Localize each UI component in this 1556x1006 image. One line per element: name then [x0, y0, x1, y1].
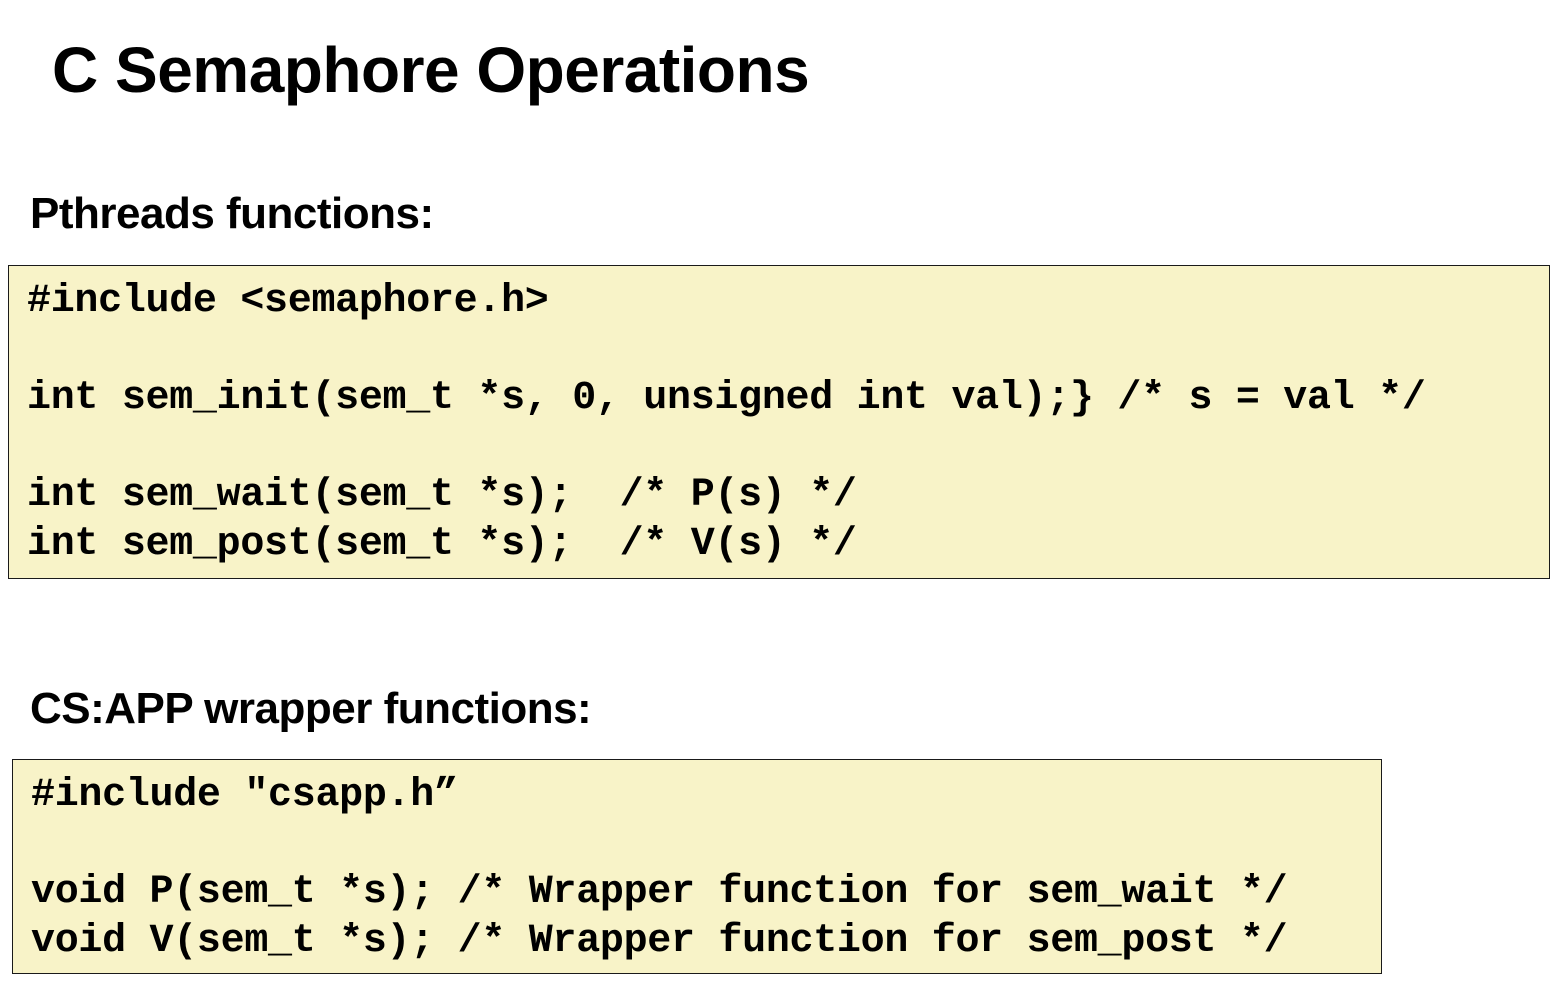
code-line-v-wrapper: void V(sem_t *s); /* Wrapper function fo… [31, 918, 1288, 964]
csapp-heading: CS:APP wrapper functions: [30, 684, 592, 733]
code-line-sem-init: int sem_init(sem_t *s, 0, unsigned int v… [27, 376, 1426, 421]
pthreads-heading: Pthreads functions: [30, 189, 434, 238]
pthreads-code-block: #include <semaphore.h> int sem_init(sem_… [8, 265, 1550, 579]
page-title: C Semaphore Operations [52, 34, 810, 106]
csapp-code-block: #include "csapp.h” void P(sem_t *s); /* … [12, 759, 1382, 974]
code-line-include-semaphore: #include <semaphore.h> [27, 279, 549, 324]
code-line-include-csapp: #include "csapp.h” [31, 773, 458, 818]
code-line-p-wrapper: void P(sem_t *s); /* Wrapper function fo… [31, 870, 1288, 915]
code-line-sem-wait: int sem_wait(sem_t *s); /* P(s) */ [27, 473, 857, 518]
code-line-sem-post: int sem_post(sem_t *s); /* V(s) */ [27, 521, 857, 567]
